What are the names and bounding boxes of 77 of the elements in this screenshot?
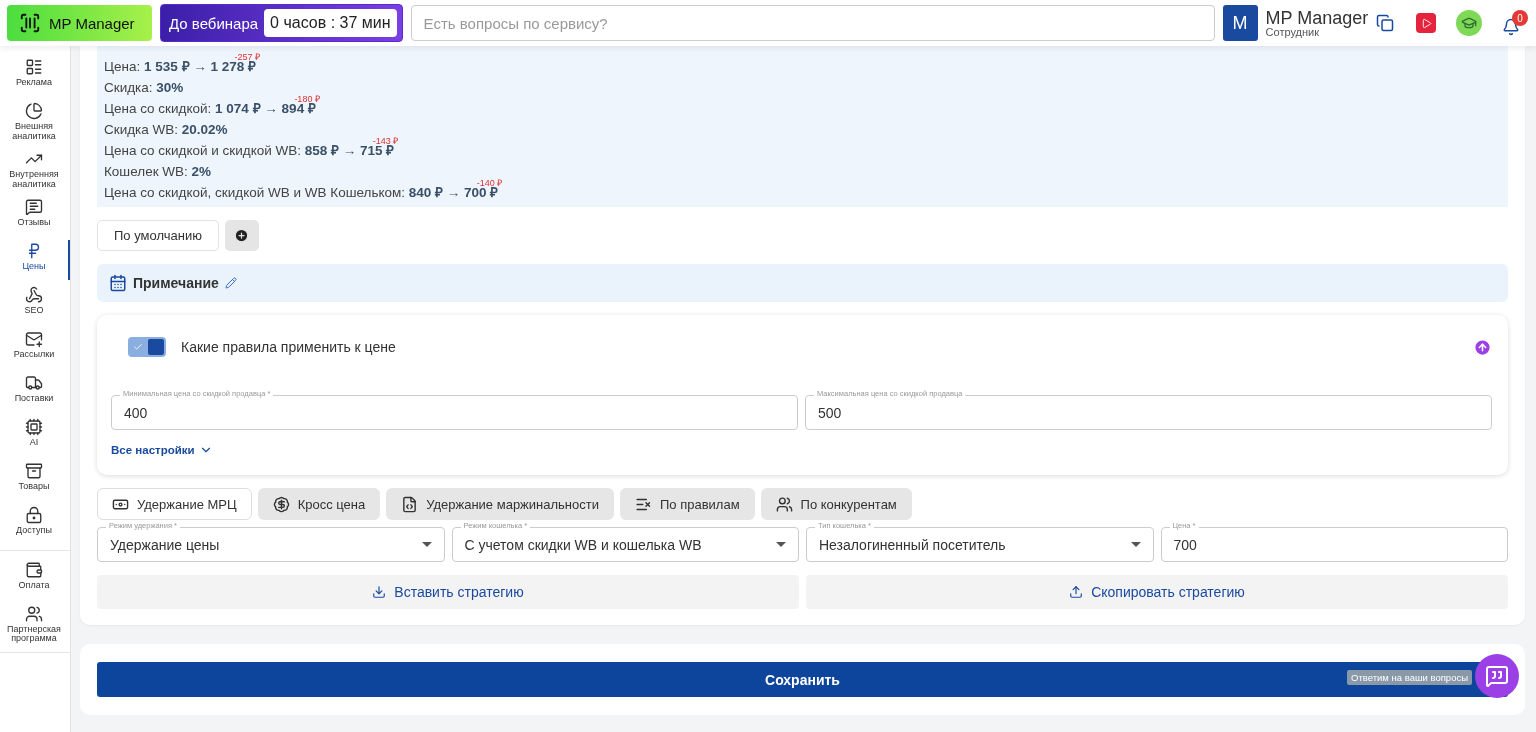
video-button[interactable] — [1416, 13, 1436, 33]
sidebar-item[interactable]: Партнерская программа — [0, 602, 70, 647]
countdown-timer: 0 часов : 37 мин — [264, 9, 397, 37]
collapse-icon[interactable] — [1473, 337, 1492, 357]
user-role: Сотрудник — [1265, 26, 1320, 38]
price-delta: -180 ₽ — [294, 95, 320, 104]
logo-button[interactable]: MP Manager — [7, 5, 152, 41]
strategy-button[interactable]: Скопировать стратегию — [806, 575, 1508, 609]
check-icon — [133, 342, 143, 352]
price-delta: -143 ₽ — [372, 137, 399, 146]
sidebar-item[interactable]: Рассылки — [0, 327, 70, 368]
tab-icon — [401, 495, 419, 513]
graduation-cap-icon — [1461, 15, 1477, 31]
strategy-tab[interactable]: По правилам — [619, 488, 755, 520]
play-icon — [1420, 17, 1432, 29]
sidebar-item[interactable]: Доступы — [0, 503, 70, 544]
strategy-tab[interactable]: Удержание маржинальности — [386, 488, 614, 520]
sidebar-icon — [25, 329, 43, 348]
plus-icon — [234, 228, 250, 243]
price-line: Скидка WB: 20.02% — [104, 121, 228, 138]
sidebar-item[interactable]: Поставки — [0, 371, 70, 412]
note-title: Примечание — [133, 275, 219, 291]
user-avatar: M — [1222, 5, 1258, 41]
sidebar-item[interactable]: Отзывы — [0, 195, 70, 236]
sidebar-item[interactable]: Реклама — [0, 56, 70, 96]
download-icon — [372, 585, 387, 599]
sidebar-icon — [25, 461, 43, 480]
dropdown-caret-icon — [776, 542, 786, 547]
sidebar-icon — [25, 505, 43, 524]
sidebar-item[interactable]: Внутренняя аналитика — [0, 147, 70, 192]
barcode-icon — [19, 12, 41, 34]
notification-badge: 0 — [1512, 10, 1528, 26]
webinar-label: До вебинара — [169, 14, 259, 32]
sidebar-icon — [25, 604, 43, 623]
price-delta: -257 ₽ — [234, 53, 261, 62]
strategy-tab[interactable]: Удержание МРЦ — [97, 488, 252, 520]
sidebar-icon — [25, 560, 43, 579]
chat-icon — [1485, 664, 1509, 688]
calendar-icon — [109, 274, 127, 292]
price-line: Кошелек WB: 2% — [104, 163, 212, 180]
preset-tab[interactable]: По умолчанию — [97, 220, 219, 251]
strategy-tab[interactable]: Кросс цена — [257, 488, 381, 520]
edit-icon[interactable] — [224, 277, 237, 289]
strategy-button[interactable]: Вставить стратегию — [97, 575, 799, 609]
strategy-tab[interactable]: По конкурентам — [760, 488, 912, 520]
tab-icon — [775, 495, 793, 513]
select-field[interactable]: Незалогиненный посетитель — [806, 527, 1154, 562]
sidebar-item[interactable]: SEO — [0, 283, 70, 324]
add-preset-button[interactable] — [224, 220, 259, 251]
rules-toggle[interactable] — [128, 337, 166, 357]
chat-tooltip: Ответим на ваши вопросы — [1347, 670, 1472, 685]
sidebar-item[interactable]: Товары — [0, 459, 70, 500]
price-delta: -140 ₽ — [476, 179, 503, 188]
rules-title: Какие правила применить к цене — [181, 339, 397, 355]
dropdown-caret-icon — [421, 542, 432, 547]
price-line: Скидка: 30% — [104, 79, 184, 96]
courses-button[interactable] — [1456, 10, 1482, 36]
sidebar-icon — [25, 197, 43, 216]
sidebar-item[interactable]: Оплата — [0, 558, 70, 599]
all-settings-link[interactable]: Все настройки — [111, 443, 1492, 457]
tab-icon — [272, 495, 290, 513]
sidebar-icon — [25, 417, 43, 436]
user-name: MP Manager — [1265, 8, 1369, 27]
search-field[interactable]: Есть вопросы по сервису? — [410, 5, 1215, 41]
notification-button[interactable]: 0 — [1502, 10, 1528, 36]
sidebar-item[interactable]: Цены — [0, 239, 70, 280]
sidebar-icon — [25, 58, 43, 76]
sidebar-icon — [25, 285, 43, 304]
sidebar-item[interactable]: AI — [0, 415, 70, 456]
sidebar-icon — [25, 373, 43, 392]
copy-icon[interactable] — [1376, 14, 1395, 32]
upload-icon — [1069, 585, 1084, 599]
sidebar-item[interactable]: Внешняя аналитика — [0, 100, 70, 144]
dropdown-caret-icon — [1130, 542, 1141, 547]
chat-button[interactable] — [1475, 654, 1519, 698]
select-field[interactable]: С учетом скидки WB и кошелька WB — [451, 527, 799, 562]
sidebar-icon — [25, 102, 43, 120]
